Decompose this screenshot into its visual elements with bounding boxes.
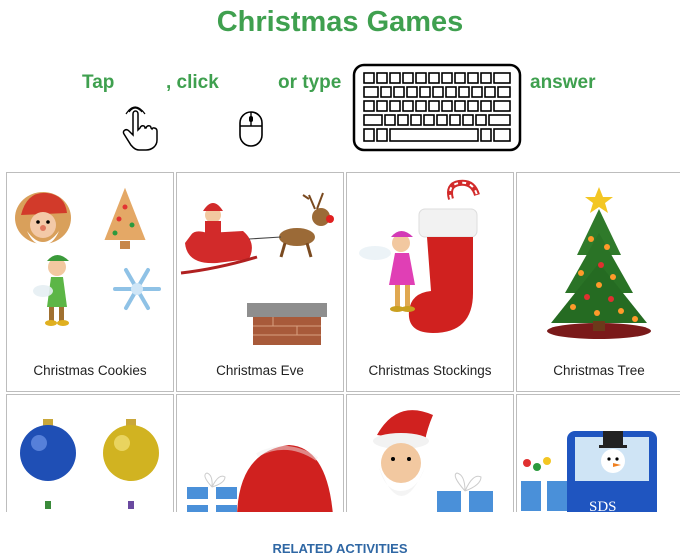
game-card-santa[interactable]: [346, 394, 514, 526]
games-grid: Christmas Cookies Christmas Eve Christma…: [6, 172, 680, 526]
sleigh-illustration: [180, 192, 334, 345]
game-card-christmas-cookies[interactable]: Christmas Cookies: [6, 172, 174, 392]
tree-illustration: [547, 187, 651, 339]
santa-illustration: [373, 410, 493, 525]
game-card-snowman-truck[interactable]: SDS: [516, 394, 680, 526]
game-card-christmas-eve[interactable]: Christmas Eve: [176, 172, 344, 392]
mouse-icon: [239, 111, 263, 147]
santa-hat-illustration: [187, 445, 333, 517]
answer-text: answer: [530, 72, 596, 93]
ornaments-illustration: [20, 419, 159, 509]
or-type-text: or type: [278, 72, 342, 93]
game-card-christmas-tree[interactable]: Christmas Tree: [516, 172, 680, 392]
click-text: , click: [166, 72, 219, 93]
tap-text: Tap: [82, 72, 115, 93]
page-title: Christmas Games: [216, 6, 464, 38]
game-card-santa-hat[interactable]: [176, 394, 344, 526]
related-activities-link[interactable]: RELATED ACTIVITIES: [0, 541, 680, 556]
game-card-ornaments[interactable]: [6, 394, 174, 526]
game-label: Christmas Eve: [216, 363, 304, 378]
hand-tap-icon: [122, 106, 158, 151]
game-label: Christmas Tree: [553, 363, 645, 378]
game-card-christmas-stockings[interactable]: Christmas Stockings: [346, 172, 514, 392]
game-label: Christmas Stockings: [368, 363, 492, 378]
cookies-illustration: [15, 182, 161, 326]
keyboard-icon: [352, 63, 522, 152]
game-label: Christmas Cookies: [33, 363, 147, 378]
snowman-truck-illustration: SDS: [521, 431, 657, 525]
stocking-illustration: [359, 179, 480, 333]
